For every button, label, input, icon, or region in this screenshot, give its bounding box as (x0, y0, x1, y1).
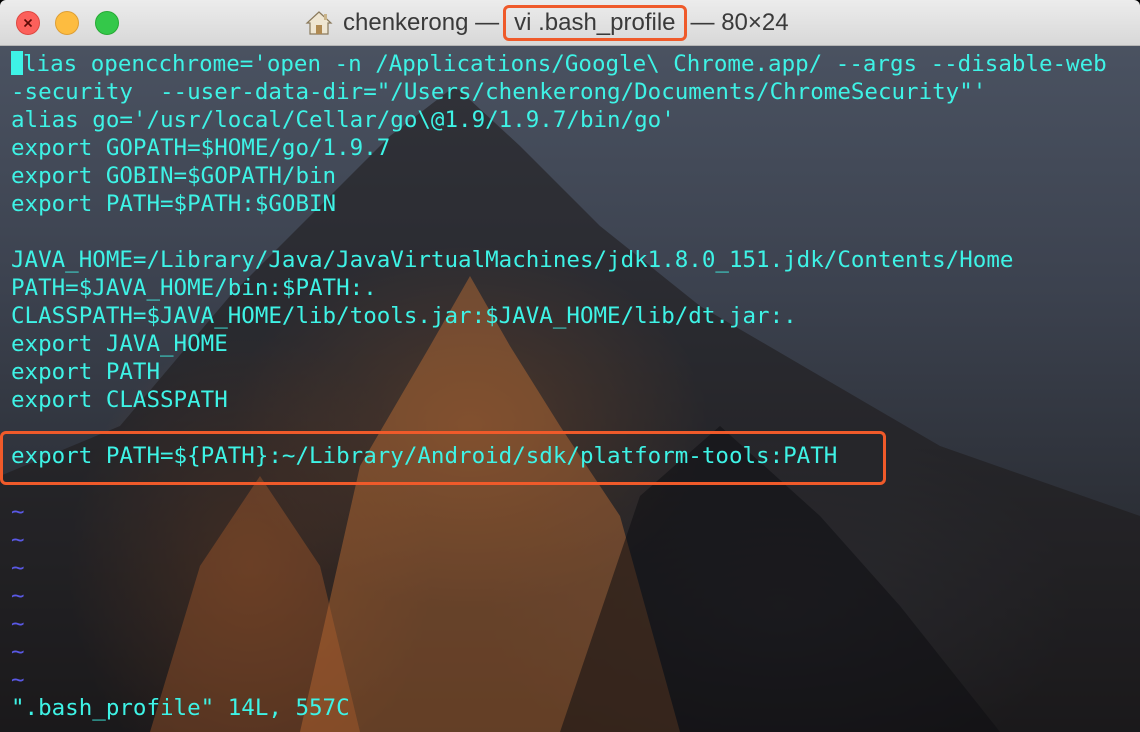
title-bar[interactable]: chenkerong — vi .bash_profile — 80×24 (0, 0, 1140, 46)
line-text: export CLASSPATH (11, 387, 228, 413)
editor-line: export PATH (11, 358, 1136, 386)
editor-line: CLASSPATH=$JAVA_HOME/lib/tools.jar:$JAVA… (11, 302, 1136, 330)
minimize-button[interactable] (55, 11, 79, 35)
line-text: ~ (11, 639, 25, 665)
line-text: ~ (11, 667, 25, 693)
empty-line-tilde: ~ (11, 498, 1136, 526)
zoom-button[interactable] (95, 11, 119, 35)
vi-status-line: ".bash_profile" 14L, 557C (11, 694, 1136, 722)
line-text: export GOPATH=$HOME/go/1.9.7 (11, 135, 391, 161)
line-text: export JAVA_HOME (11, 331, 228, 357)
line-text: ~ (11, 499, 25, 525)
editor-line: JAVA_HOME=/Library/Java/JavaVirtualMachi… (11, 246, 1136, 274)
editor-line: export GOPATH=$HOME/go/1.9.7 (11, 134, 1136, 162)
highlighted-line-annotation (0, 431, 886, 485)
terminal-window: chenkerong — vi .bash_profile — 80×24 li… (0, 0, 1140, 732)
empty-line-tilde: ~ (11, 638, 1136, 666)
empty-line-tilde: ~ (11, 526, 1136, 554)
editor-line: lias opencchrome='open -n /Applications/… (11, 50, 1136, 78)
empty-line-tilde: ~ (11, 666, 1136, 694)
editor-line: PATH=$JAVA_HOME/bin:$PATH:. (11, 274, 1136, 302)
line-text: ~ (11, 611, 25, 637)
line-text: export PATH=$PATH:$GOBIN (11, 191, 337, 217)
editor-line: alias go='/usr/local/Cellar/go\@1.9/1.9.… (11, 106, 1136, 134)
text-cursor (11, 51, 23, 75)
editor-line: export GOBIN=$GOPATH/bin (11, 162, 1136, 190)
line-text: ~ (11, 583, 25, 609)
editor-line: export JAVA_HOME (11, 330, 1136, 358)
line-text: JAVA_HOME=/Library/Java/JavaVirtualMachi… (11, 247, 1014, 273)
editor-line: export PATH=$PATH:$GOBIN (11, 190, 1136, 218)
empty-line-tilde: ~ (11, 582, 1136, 610)
window-title: chenkerong — vi .bash_profile — 80×24 (305, 5, 789, 41)
terminal-content[interactable]: lias opencchrome='open -n /Applications/… (0, 46, 1140, 732)
line-text: CLASSPATH=$JAVA_HOME/lib/tools.jar:$JAVA… (11, 303, 797, 329)
line-text: PATH=$JAVA_HOME/bin:$PATH:. (11, 275, 377, 301)
line-text: ~ (11, 555, 25, 581)
editor-line: -security --user-data-dir="/Users/chenke… (11, 78, 1136, 106)
line-text: ".bash_profile" 14L, 557C (11, 695, 350, 721)
editor-line: export CLASSPATH (11, 386, 1136, 414)
title-command-highlight: vi .bash_profile (503, 5, 687, 41)
line-text: export PATH (11, 359, 161, 385)
close-icon (17, 12, 39, 34)
title-suffix: — 80×24 (690, 9, 789, 36)
line-text: -security --user-data-dir="/Users/chenke… (11, 79, 987, 105)
empty-line-tilde: ~ (11, 610, 1136, 638)
line-text: lias opencchrome='open -n /Applications/… (23, 51, 1107, 77)
empty-line-tilde: ~ (11, 554, 1136, 582)
close-button[interactable] (16, 11, 40, 35)
line-text: ~ (11, 527, 25, 553)
line-text: export GOBIN=$GOPATH/bin (11, 163, 337, 189)
vi-editor-buffer[interactable]: lias opencchrome='open -n /Applications/… (11, 50, 1136, 722)
line-text: alias go='/usr/local/Cellar/go\@1.9/1.9.… (11, 107, 675, 133)
title-prefix: chenkerong — (343, 9, 500, 36)
home-folder-icon (305, 9, 333, 37)
